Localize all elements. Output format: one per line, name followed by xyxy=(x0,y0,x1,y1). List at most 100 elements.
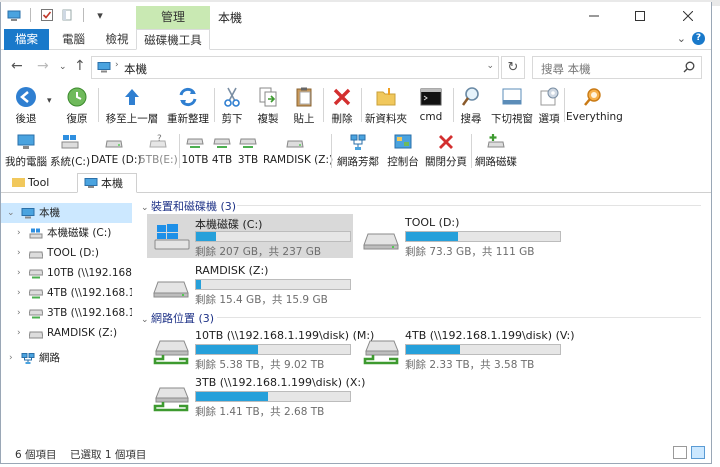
tab-file[interactable]: 檔案 xyxy=(4,29,49,50)
restore-icon xyxy=(67,87,87,107)
ramdisk-button[interactable]: RAMDISK (Z:) xyxy=(263,130,333,168)
new-folder-button[interactable]: 新資料夾 xyxy=(363,84,409,126)
cmd-button[interactable]: cmd xyxy=(417,84,445,126)
tree-item-drive-4tb[interactable]: › 4TB (\\192.168.1.199 xyxy=(1,283,132,303)
properties-check-icon[interactable] xyxy=(40,8,54,22)
tree-item-drive-c[interactable]: › 本機磁碟 (C:) xyxy=(1,223,132,243)
network-icon xyxy=(21,353,35,364)
expand-chevron-icon[interactable]: › xyxy=(17,323,27,343)
drive-tile-d[interactable]: TOOL (D:) 剩餘 73.3 GB，共 111 GB xyxy=(357,214,563,258)
tab-drive-tools[interactable]: 磁碟機工具 xyxy=(136,29,210,50)
toolbar-separator xyxy=(361,88,362,122)
drive-tile-c[interactable]: 本機磁碟 (C:) 剩餘 207 GB，共 237 GB xyxy=(147,214,353,258)
drive-icon xyxy=(105,140,123,148)
tab-view[interactable]: 檢視 xyxy=(98,29,136,50)
tree-item-drive-10tb[interactable]: › 10TB (\\192.168.1.199 xyxy=(1,263,132,283)
network-drive-icon xyxy=(186,138,204,148)
drive-c-label: 系統(C:) xyxy=(50,156,91,168)
tree-item-ramdisk[interactable]: › RAMDISK (Z:) xyxy=(1,323,132,343)
computer-icon xyxy=(21,208,35,219)
group-header-devices[interactable]: ⌄ 裝置和磁碟機 (3) xyxy=(141,198,703,214)
network-places-label: 網路芳鄰 xyxy=(337,156,379,168)
drive-c-button[interactable]: 系統(C:) xyxy=(50,130,90,168)
expand-chevron-icon[interactable]: › xyxy=(17,243,27,263)
drive-4tb-button[interactable]: 4TB xyxy=(209,130,235,168)
network-places-button[interactable]: 網路芳鄰 xyxy=(335,130,381,168)
search-input[interactable]: 搜尋 本機 xyxy=(541,61,591,77)
drive-free-space: 剩餘 5.38 TB，共 9.02 TB xyxy=(195,359,325,371)
drive-usage-bar xyxy=(195,279,351,290)
back-button[interactable]: 後退 xyxy=(5,84,47,126)
customize-qat-icon[interactable]: ▾ xyxy=(93,8,107,22)
search-toolbar-button[interactable]: 搜尋 xyxy=(457,84,485,126)
group-collapse-chevron-icon[interactable]: ⌄ xyxy=(141,315,151,325)
details-view-icon[interactable] xyxy=(673,446,687,459)
drive-name: 3TB (\\192.168.1.199\disk) (X:) xyxy=(195,376,366,389)
refresh-toolbar-button[interactable]: 重新整理 xyxy=(164,84,212,126)
minimize-button[interactable] xyxy=(571,2,617,29)
tab-computer[interactable]: 電腦 xyxy=(51,29,96,50)
restore-button[interactable]: 復原 xyxy=(59,84,95,126)
window-icon[interactable] xyxy=(7,8,21,22)
address-dropdown-icon[interactable]: ⌄ xyxy=(486,61,494,71)
drive-tile-10tb[interactable]: 10TB (\\192.168.1.199\disk) (M:) 剩餘 5.38… xyxy=(147,327,374,371)
paste-button[interactable]: 貼上 xyxy=(289,84,319,126)
close-button[interactable] xyxy=(665,2,711,29)
expand-chevron-icon[interactable]: › xyxy=(9,348,19,368)
drive-d-button[interactable]: DATE (D:) xyxy=(91,130,141,168)
new-folder-qat-icon[interactable] xyxy=(60,8,74,22)
maximize-button[interactable] xyxy=(617,2,663,29)
expand-chevron-icon[interactable]: › xyxy=(17,223,27,243)
back-arrow-icon[interactable]: ← xyxy=(11,58,23,74)
breadcrumb-chevron-icon[interactable]: › xyxy=(115,60,119,70)
tree-label: TOOL (D:) xyxy=(47,247,99,259)
drive-tile-3tb[interactable]: 3TB (\\192.168.1.199\disk) (X:) 剩餘 1.41 … xyxy=(147,374,365,418)
drive-3tb-button[interactable]: 3TB xyxy=(235,130,261,168)
tree-item-drive-3tb[interactable]: › 3TB (\\192.168.1.199 xyxy=(1,303,132,323)
system-drive-icon xyxy=(29,228,43,239)
tree-item-this-pc[interactable]: ⌄ 本機 xyxy=(1,203,132,223)
drive-tile-4tb[interactable]: 4TB (\\192.168.1.199\disk) (V:) 剩餘 2.33 … xyxy=(357,327,575,371)
terminal-icon xyxy=(420,88,442,106)
group-collapse-chevron-icon[interactable]: ⌄ xyxy=(141,203,151,213)
address-path[interactable]: 本機 xyxy=(124,61,147,77)
delete-button[interactable]: 刪除 xyxy=(327,84,357,126)
preview-pane-button[interactable]: 下切視窗 xyxy=(489,84,535,126)
drive-e-button[interactable]: ? 5TB(E:) xyxy=(139,130,178,168)
search-icon[interactable] xyxy=(683,61,695,76)
close-tab-icon xyxy=(439,135,453,149)
up-arrow-icon[interactable]: ↑ xyxy=(74,58,86,74)
close-tab-button[interactable]: 關閉分頁 xyxy=(425,130,467,168)
status-bar: 6 個項目 已選取 1 個項目 xyxy=(1,442,711,464)
my-computer-button[interactable]: 我的電腦 xyxy=(5,130,47,168)
go-up-button[interactable]: 移至上一層 xyxy=(103,84,161,126)
tiles-view-icon[interactable] xyxy=(691,446,705,459)
everything-button[interactable]: Everything xyxy=(566,84,623,126)
expand-chevron-icon[interactable]: › xyxy=(17,283,27,303)
search-box[interactable]: 搜尋 本機 xyxy=(532,56,702,79)
expand-chevron-icon[interactable]: › xyxy=(17,303,27,323)
back-dropdown-icon[interactable]: ▾ xyxy=(47,96,52,106)
refresh-button[interactable]: ↻ xyxy=(501,56,525,79)
collapse-chevron-icon[interactable]: ⌄ xyxy=(7,203,17,223)
tree-label: 10TB (\\192.168.1.199 xyxy=(47,267,132,279)
tab-this-pc[interactable]: 本機 xyxy=(77,173,137,193)
drive-10tb-button[interactable]: 10TB xyxy=(181,130,209,168)
expand-ribbon-icon[interactable]: ⌄ xyxy=(677,32,686,45)
help-icon[interactable]: ? xyxy=(692,32,705,45)
local-drive-icon xyxy=(153,281,189,298)
expand-chevron-icon[interactable]: › xyxy=(17,263,27,283)
copy-button[interactable]: 複製 xyxy=(253,84,283,126)
options-button[interactable]: 選項 xyxy=(536,84,562,126)
group-header-network[interactable]: ⌄ 網路位置 (3) xyxy=(141,310,703,326)
map-network-drive-button[interactable]: 網路磁碟 xyxy=(473,130,519,168)
control-panel-button[interactable]: 控制台 xyxy=(383,130,423,168)
recent-locations-icon[interactable]: ⌄ xyxy=(59,62,67,72)
address-bar[interactable]: › 本機 ⌄ xyxy=(91,56,499,79)
tree-item-drive-d[interactable]: › TOOL (D:) xyxy=(1,243,132,263)
cut-button[interactable]: 剪下 xyxy=(217,84,247,126)
drive-tile-ramdisk[interactable]: RAMDISK (Z:) 剩餘 15.4 GB，共 15.9 GB xyxy=(147,262,353,306)
tab-tool-folder[interactable]: Tool xyxy=(7,173,77,193)
forward-arrow-icon[interactable]: → xyxy=(37,58,49,74)
tree-item-network[interactable]: › 網路 xyxy=(1,348,132,368)
